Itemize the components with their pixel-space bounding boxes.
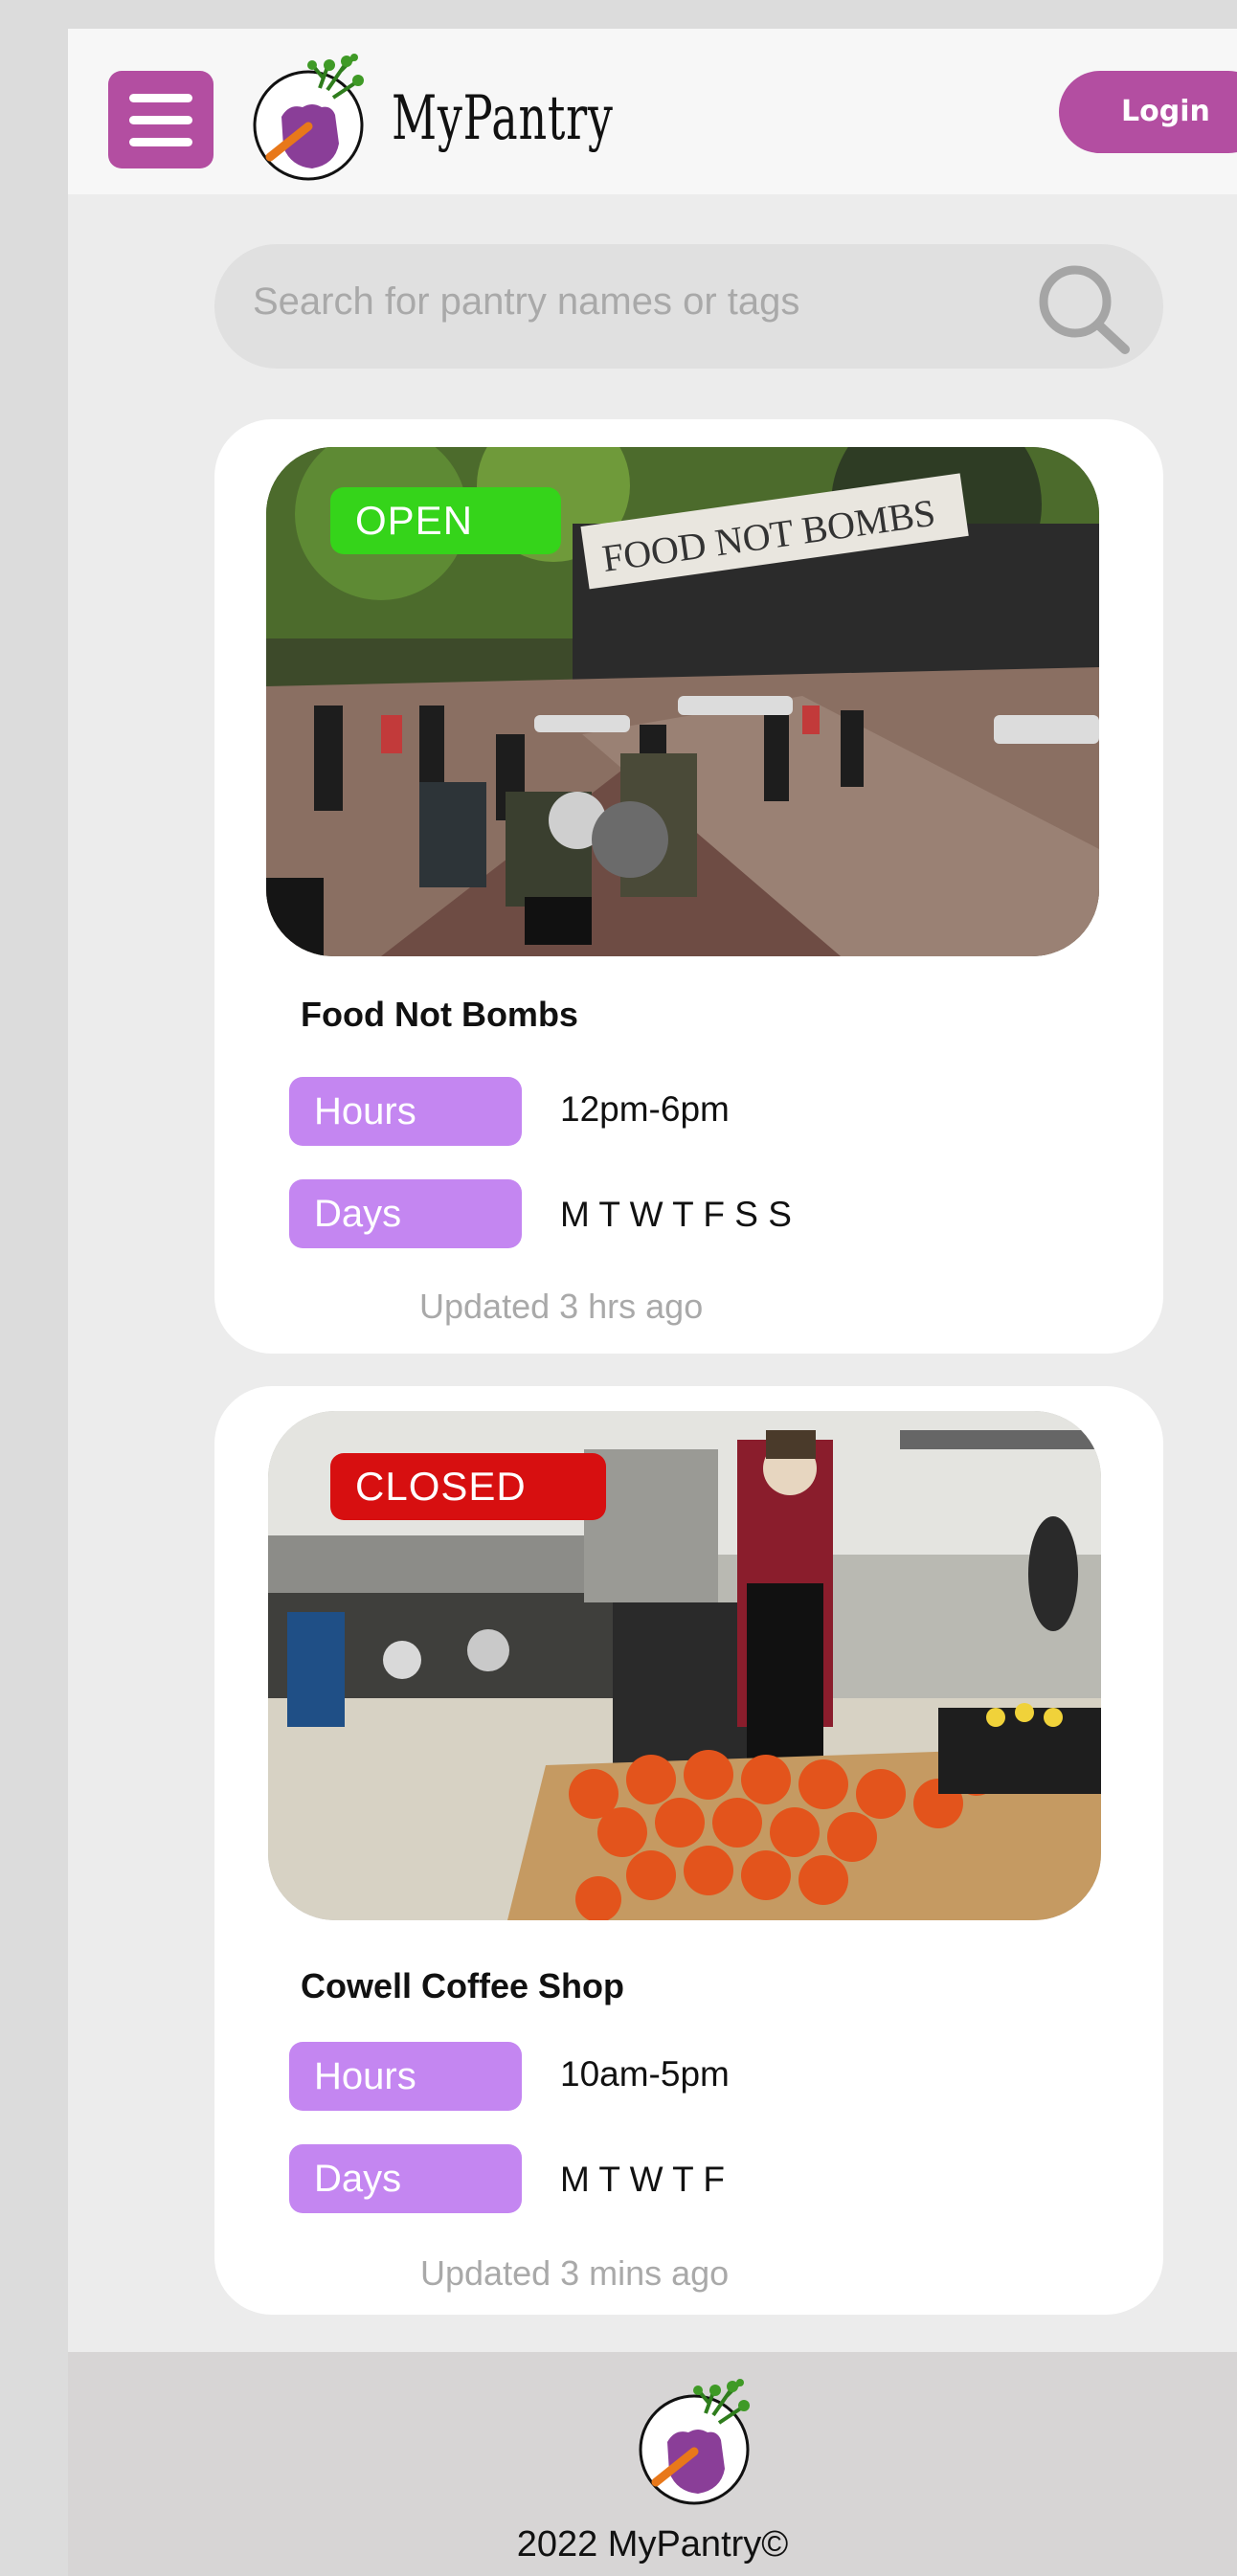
updated-timestamp: Updated 3 mins ago <box>420 2253 730 2293</box>
menu-bar-icon <box>129 116 192 124</box>
search-input[interactable]: Search for pantry names or tags <box>253 280 799 324</box>
hours-label: Hours <box>289 1077 522 1146</box>
hours-label: Hours <box>289 2042 522 2111</box>
status-badge-open: OPEN <box>330 487 561 554</box>
fist-carrot-logo-icon <box>639 2373 758 2507</box>
menu-bar-icon <box>129 138 192 146</box>
pantry-name[interactable]: Cowell Coffee Shop <box>301 1966 624 2006</box>
status-badge-closed: CLOSED <box>330 1453 606 1520</box>
hours-value: 10am-5pm <box>560 2054 730 2094</box>
login-button[interactable]: Login <box>1059 71 1237 153</box>
brand-title[interactable]: MyPantry <box>392 88 614 149</box>
days-value: M T W T F S S <box>560 1195 792 1234</box>
copyright-text: 2022 MyPantry© <box>516 2524 789 2565</box>
menu-bar-icon <box>129 94 192 102</box>
days-value: M T W T F <box>560 2160 725 2199</box>
pantry-card[interactable]: FOOD NOT BOMBS OPEN Food Not Bombs Hours… <box>214 419 1163 1354</box>
page-footer: 2022 MyPantry© <box>68 2352 1237 2576</box>
days-label: Days <box>289 2144 522 2213</box>
hamburger-menu-button[interactable] <box>108 71 214 168</box>
search-icon[interactable] <box>1033 261 1134 357</box>
hours-value: 12pm-6pm <box>560 1089 730 1129</box>
pantry-card[interactable]: CLOSED Cowell Coffee Shop Hours 10am-5pm… <box>214 1386 1163 2315</box>
top-header: MyPantry Login <box>68 29 1237 194</box>
app-root: MyPantry Login Search for pantry names o… <box>68 29 1237 2576</box>
pantry-name[interactable]: Food Not Bombs <box>301 995 578 1035</box>
updated-timestamp: Updated 3 hrs ago <box>419 1287 704 1326</box>
days-label: Days <box>289 1179 522 1248</box>
search-bar[interactable]: Search for pantry names or tags <box>214 244 1163 369</box>
fist-carrot-logo-icon[interactable] <box>253 50 372 182</box>
